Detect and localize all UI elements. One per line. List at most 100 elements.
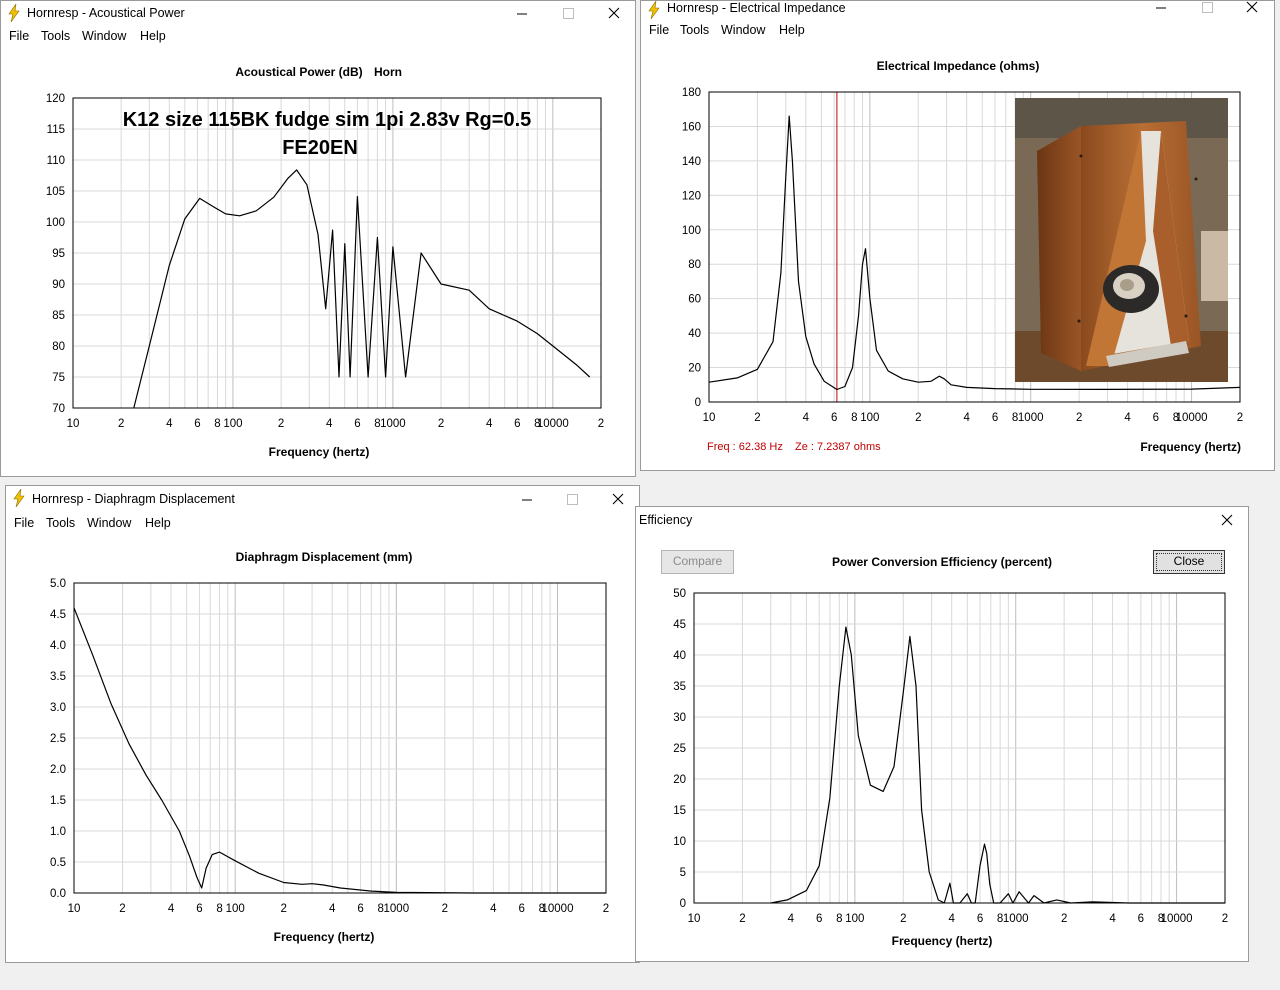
y-tick-label: 40 <box>673 650 686 662</box>
x-tick-label: 6 <box>514 418 520 430</box>
x-tick-label: 6 <box>992 412 998 424</box>
x-tick-label: 4 <box>329 903 336 915</box>
series-line <box>133 169 591 409</box>
acoustical-power-window: Hornresp - Acoustical Power File Tools W… <box>0 0 636 477</box>
acoustical-power-chart: Acoustical Power (dB) Horn Frequency (he… <box>46 65 604 459</box>
y-tick-label: 105 <box>46 186 65 198</box>
y-tick-label: 115 <box>47 124 65 136</box>
y-tick-label: 4.5 <box>50 609 66 621</box>
y-tick-label: 95 <box>52 248 65 260</box>
y-tick-label: 20 <box>673 774 686 786</box>
x-axis-label: Frequency (hertz) <box>1140 440 1241 454</box>
x-tick-label: 4 <box>949 913 956 925</box>
x-tick-label: 6 <box>831 412 837 424</box>
x-tick-label: 4 <box>964 412 971 424</box>
speaker-cabinet-photo <box>1015 98 1228 382</box>
y-tick-label: 40 <box>688 328 701 340</box>
x-tick-label: 4 <box>486 418 493 430</box>
x-tick-label: 4 <box>326 418 333 430</box>
y-tick-label: 25 <box>673 743 686 755</box>
y-tick-label: 100 <box>46 217 65 229</box>
electrical-impedance-chart: Electrical Impedance (ohms) Frequency (h… <box>682 59 1243 454</box>
y-tick-label: 3.0 <box>50 702 66 714</box>
y-tick-label: 140 <box>682 156 701 168</box>
y-tick-label: 20 <box>688 363 701 375</box>
frequency-readout: Freq : 62.38 Hz <box>707 441 783 453</box>
x-tick-label: 6 <box>1153 412 1159 424</box>
chart-title: Acoustical Power (dB) <box>235 65 362 79</box>
x-tick-label: 2 <box>442 903 448 915</box>
x-axis-label: Frequency (hertz) <box>269 445 370 459</box>
x-tick-label: 2 <box>1076 412 1082 424</box>
efficiency-chart: Power Conversion Efficiency (percent) Fr… <box>673 555 1228 948</box>
chart-title: Electrical Impedance (ohms) <box>877 59 1040 73</box>
x-tick-label: 6 <box>196 903 202 915</box>
y-tick-label: 30 <box>673 712 686 724</box>
x-tick-label: 10 <box>688 913 701 925</box>
y-tick-label: 5.0 <box>50 578 66 590</box>
x-tick-label: 8 <box>836 913 842 925</box>
x-tick-label: 2 <box>119 903 125 915</box>
series-line <box>73 607 606 894</box>
x-tick-label: 10 <box>67 418 80 430</box>
x-tick-label: 2 <box>280 903 286 915</box>
x-tick-label: 2 <box>1061 913 1067 925</box>
x-tick-label: 2 <box>438 418 444 430</box>
chart-title: Power Conversion Efficiency (percent) <box>832 555 1052 569</box>
x-tick-label: 10000 <box>1161 913 1193 925</box>
y-tick-label: 100 <box>682 225 701 237</box>
x-tick-label: 2 <box>118 418 124 430</box>
x-tick-label: 2 <box>900 913 906 925</box>
x-tick-label: 10 <box>703 412 716 424</box>
x-tick-label: 6 <box>519 903 525 915</box>
x-tick-label: 4 <box>803 412 810 424</box>
impedance-readout: Ze : 7.2387 ohms <box>795 441 881 453</box>
y-tick-label: 1.0 <box>50 826 66 838</box>
x-tick-label: 1000 <box>384 903 410 915</box>
y-tick-label: 3.5 <box>50 671 66 683</box>
y-tick-label: 60 <box>688 294 701 306</box>
y-tick-label: 0.5 <box>50 857 66 869</box>
y-tick-label: 15 <box>673 805 686 817</box>
x-tick-label: 4 <box>168 903 175 915</box>
chart-title: Diaphragm Displacement (mm) <box>236 550 413 564</box>
diaphragm-displacement-chart: Diaphragm Displacement (mm) Frequency (h… <box>50 550 609 944</box>
x-tick-label: 2 <box>278 418 284 430</box>
x-tick-label: 4 <box>788 913 795 925</box>
x-tick-label: 10000 <box>537 418 569 430</box>
x-axis-label: Frequency (hertz) <box>274 930 375 944</box>
x-tick-label: 6 <box>977 913 983 925</box>
x-tick-label: 100 <box>223 418 242 430</box>
x-tick-label: 6 <box>354 418 360 430</box>
x-tick-label: 10000 <box>541 903 573 915</box>
y-tick-label: 180 <box>682 87 701 99</box>
y-tick-label: 2.5 <box>50 733 66 745</box>
x-tick-label: 10000 <box>1176 412 1208 424</box>
y-tick-label: 75 <box>52 372 65 384</box>
x-tick-label: 2 <box>603 903 609 915</box>
y-tick-label: 70 <box>52 403 65 415</box>
x-tick-label: 4 <box>1109 913 1116 925</box>
y-tick-label: 35 <box>673 681 686 693</box>
y-tick-label: 0 <box>680 898 686 910</box>
diaphragm-displacement-window: Hornresp - Diaphragm Displacement File T… <box>5 485 640 963</box>
y-tick-label: 0.0 <box>50 888 66 900</box>
x-tick-label: 1000 <box>1018 412 1044 424</box>
x-tick-label: 2 <box>754 412 760 424</box>
x-tick-label: 2 <box>1237 412 1243 424</box>
x-tick-label: 2 <box>1222 913 1228 925</box>
y-tick-label: 80 <box>688 259 701 271</box>
y-tick-label: 120 <box>682 190 701 202</box>
x-tick-label: 100 <box>860 412 879 424</box>
y-tick-label: 5 <box>680 867 686 879</box>
x-tick-label: 4 <box>490 903 497 915</box>
x-tick-label: 6 <box>1138 913 1144 925</box>
x-tick-label: 2 <box>598 418 604 430</box>
y-tick-label: 80 <box>52 341 65 353</box>
x-tick-label: 8 <box>214 418 220 430</box>
x-tick-label: 2 <box>739 913 745 925</box>
x-tick-label: 8 <box>851 412 857 424</box>
x-tick-label: 4 <box>1124 412 1131 424</box>
x-tick-label: 6 <box>357 903 363 915</box>
y-tick-label: 120 <box>46 93 65 105</box>
